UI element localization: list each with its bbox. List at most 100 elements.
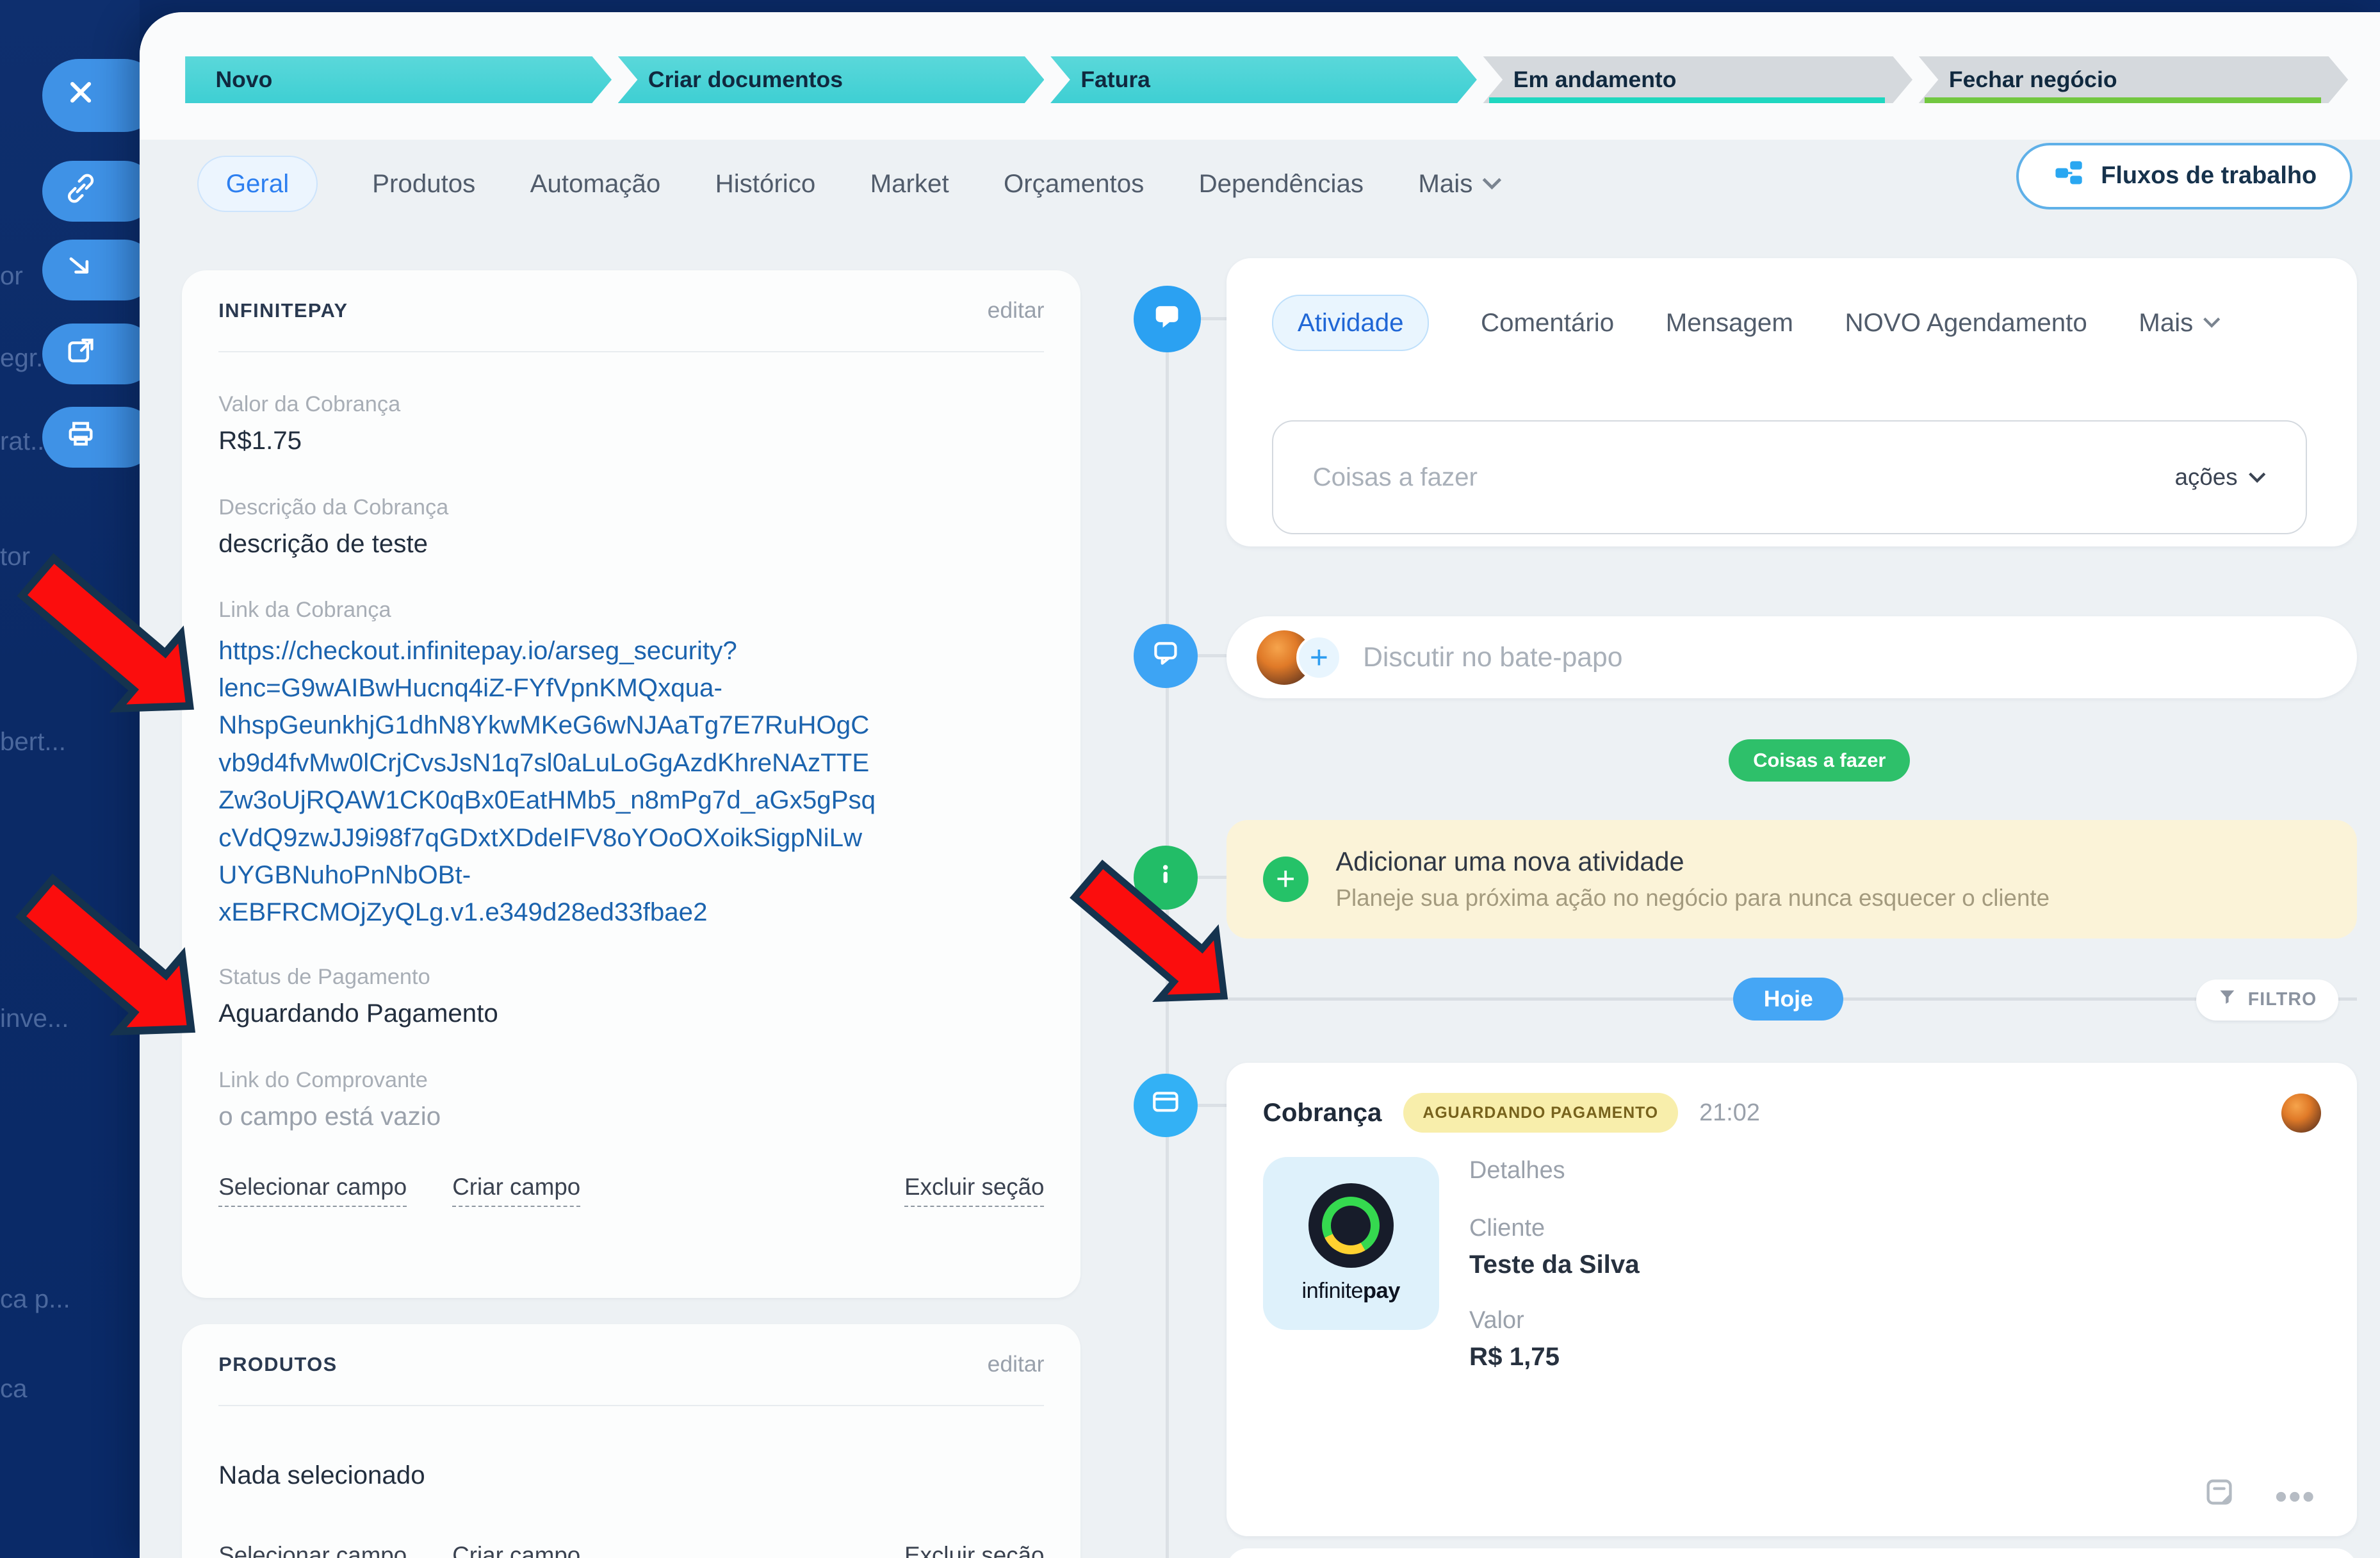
valor-value: R$ 1,75	[1469, 1342, 1640, 1372]
chevron-down-icon	[2203, 316, 2221, 329]
select-field-link[interactable]: Selecionar campo	[218, 1542, 407, 1558]
funnel-icon	[2217, 987, 2237, 1012]
card-type-title: Cobrança	[1263, 1098, 1382, 1128]
copy-link-button[interactable]	[42, 161, 154, 222]
empty-products-text: Nada selecionado	[218, 1461, 1044, 1490]
field-label: Descrição da Cobrança	[218, 495, 1044, 520]
close-icon	[64, 76, 97, 115]
tab-produtos[interactable]: Produtos	[372, 169, 475, 199]
edit-section-link[interactable]: editar	[988, 297, 1045, 324]
edit-section-link[interactable]: editar	[988, 1351, 1045, 1377]
stage-label: Fatura	[1080, 67, 1150, 93]
stage-label: Novo	[216, 67, 273, 93]
tab-orcamentos[interactable]: Orçamentos	[1004, 169, 1144, 199]
delete-section-link[interactable]: Excluir seção	[904, 1174, 1044, 1206]
field-link-do-comprovante: Link do Comprovante o campo está vazio	[218, 1068, 1044, 1131]
payment-link-line[interactable]: xEBFRCMOjZyQLg.v1.e349d28ed33fbae2	[218, 894, 1044, 931]
workflow-button[interactable]: Fluxos de trabalho	[2016, 143, 2352, 209]
todo-pill-button[interactable]: Coisas a fazer	[1729, 739, 1910, 782]
annotation-arrow-status	[12, 862, 206, 1051]
banner-subtitle: Planeje sua próxima ação no negócio para…	[1335, 885, 2050, 912]
sidebar-item-label[interactable]: bert...	[0, 727, 88, 757]
activity-tab-mensagem[interactable]: Mensagem	[1666, 308, 1793, 338]
plus-icon[interactable]: +	[1263, 857, 1308, 902]
payment-link-line[interactable]: lenc=G9wAIBwHucnq4iZ-FYfVpnKMQxqua-	[218, 669, 1044, 707]
tab-geral[interactable]: Geral	[197, 156, 318, 212]
produtos-section-card: PRODUTOS editar Nada selecionado Selecio…	[182, 1324, 1080, 1558]
activity-stream-node[interactable]	[1134, 286, 1200, 352]
tab-automacao[interactable]: Automação	[530, 169, 661, 199]
payment-link-line[interactable]: Zw3oUjRQAW1CK0qBx0EatHMb5_n8mPg7d_aGx5gP…	[218, 782, 1044, 819]
status-badge: AGUARDANDO PAGAMENTO	[1403, 1093, 1678, 1133]
activity-tab-agendamento[interactable]: NOVO Agendamento	[1845, 308, 2087, 338]
add-participant-button[interactable]: +	[1296, 635, 1342, 680]
cobranca-timeline-card[interactable]: Cobrança AGUARDANDO PAGAMENTO 21:02 infi…	[1227, 1063, 2358, 1536]
create-field-link[interactable]: Criar campo	[452, 1174, 580, 1206]
valor-label: Valor	[1469, 1307, 1640, 1334]
create-field-link[interactable]: Criar campo	[452, 1542, 580, 1558]
activity-tab-atividade[interactable]: Atividade	[1272, 295, 1429, 351]
field-value: R$1.75	[218, 426, 1044, 455]
chat-input[interactable]	[1363, 642, 2327, 673]
field-value: descrição de teste	[218, 529, 1044, 559]
infinitepay-logo: infinitepay	[1263, 1157, 1439, 1330]
banner-title: Adicionar uma nova atividade	[1335, 846, 2050, 877]
note-icon[interactable]	[2203, 1475, 2236, 1515]
sidebar-item-label[interactable]: ca	[0, 1374, 45, 1404]
actions-label: ações	[2175, 464, 2238, 491]
tab-mais[interactable]: Mais	[1418, 169, 1501, 199]
section-title: PRODUTOS	[218, 1353, 337, 1376]
print-button[interactable]	[42, 407, 154, 468]
filter-button[interactable]: FILTRO	[2196, 980, 2338, 1021]
pipeline-stage-fatura[interactable]: Fatura	[1050, 56, 1477, 103]
tab-historico[interactable]: Histórico	[715, 169, 816, 199]
more-options-icon[interactable]	[2275, 1482, 2315, 1509]
sidebar-item-label[interactable]: or	[0, 261, 40, 291]
pipeline-stage-em-andamento[interactable]: Em andamento	[1483, 56, 1912, 103]
open-external-button[interactable]	[42, 324, 154, 384]
payment-link-line[interactable]: cVdQ9zwJJ9i98f7qGDxtXDdeIFV8oYOoOXoikSig…	[218, 819, 1044, 857]
payment-link-line[interactable]: UYGBNuhoPnNbOBt-	[218, 857, 1044, 894]
divider	[218, 1405, 1044, 1406]
payment-link-line[interactable]: NhspGeunkhjG1dhN8YkwMKeG6wNJAaTg7E7RuHOg…	[218, 707, 1044, 744]
field-valor-da-cobranca: Valor da Cobrança R$1.75	[218, 392, 1044, 455]
external-link-icon	[64, 334, 97, 373]
activity-composer-card: Atividade Comentário Mensagem NOVO Agend…	[1227, 258, 2358, 546]
chat-node[interactable]	[1134, 624, 1198, 688]
tab-dependencias[interactable]: Dependências	[1199, 169, 1364, 199]
stage-underline	[1489, 97, 1886, 103]
credit-card-icon	[1150, 1086, 1182, 1124]
pipeline-stage-novo[interactable]: Novo	[185, 56, 612, 103]
chat-bar[interactable]: +	[1227, 616, 2358, 698]
payment-link[interactable]: https://checkout.infinitepay.io/arseg_se…	[218, 632, 1044, 931]
pipeline-stage-criar-documentos[interactable]: Criar documentos	[618, 56, 1045, 103]
left-sidebar: or egr... rat... tor bert... inve... ca …	[0, 0, 140, 1558]
payment-link-line[interactable]: https://checkout.infinitepay.io/arseg_se…	[218, 632, 1044, 669]
payment-node[interactable]	[1134, 1074, 1198, 1138]
tab-label: Mais	[2139, 308, 2193, 338]
payment-link-line[interactable]: vb9d4fvMw0lCrjCvsJsN1q7sl0aLuLoGgAzdKhre…	[218, 744, 1044, 782]
add-activity-banner[interactable]: + Adicionar uma nova atividade Planeje s…	[1227, 820, 2358, 939]
sidebar-item-label[interactable]: ca p...	[0, 1284, 88, 1314]
activity-tab-comentario[interactable]: Comentário	[1481, 308, 1614, 338]
timeline-connector	[1198, 1104, 1227, 1107]
actions-dropdown[interactable]: ações	[2175, 464, 2267, 491]
todo-input[interactable]	[1313, 463, 2175, 492]
novo-badge: NOVO	[1845, 308, 1921, 337]
todo-input-box[interactable]: ações	[1272, 420, 2307, 534]
forward-button[interactable]	[42, 240, 154, 300]
infinitepay-section-card: INFINITEPAY editar Valor da Cobrança R$1…	[182, 270, 1080, 1298]
pipeline-stage-fechar-negocio[interactable]: Fechar negócio	[1919, 56, 2349, 103]
activity-tab-mais[interactable]: Mais	[2139, 308, 2221, 338]
date-badge: Hoje	[1733, 978, 1843, 1020]
cliente-label: Cliente	[1469, 1215, 1640, 1242]
section-title: INFINITEPAY	[218, 299, 348, 322]
next-timeline-card	[1227, 1548, 2358, 1557]
arrow-forward-icon	[64, 250, 97, 290]
select-field-link[interactable]: Selecionar campo	[218, 1174, 407, 1206]
field-label: Link da Cobrança	[218, 598, 1044, 623]
delete-section-link[interactable]: Excluir seção	[904, 1542, 1044, 1558]
empty-field-value: o campo está vazio	[218, 1102, 1044, 1131]
tab-market[interactable]: Market	[870, 169, 949, 199]
cliente-value: Teste da Silva	[1469, 1250, 1640, 1279]
